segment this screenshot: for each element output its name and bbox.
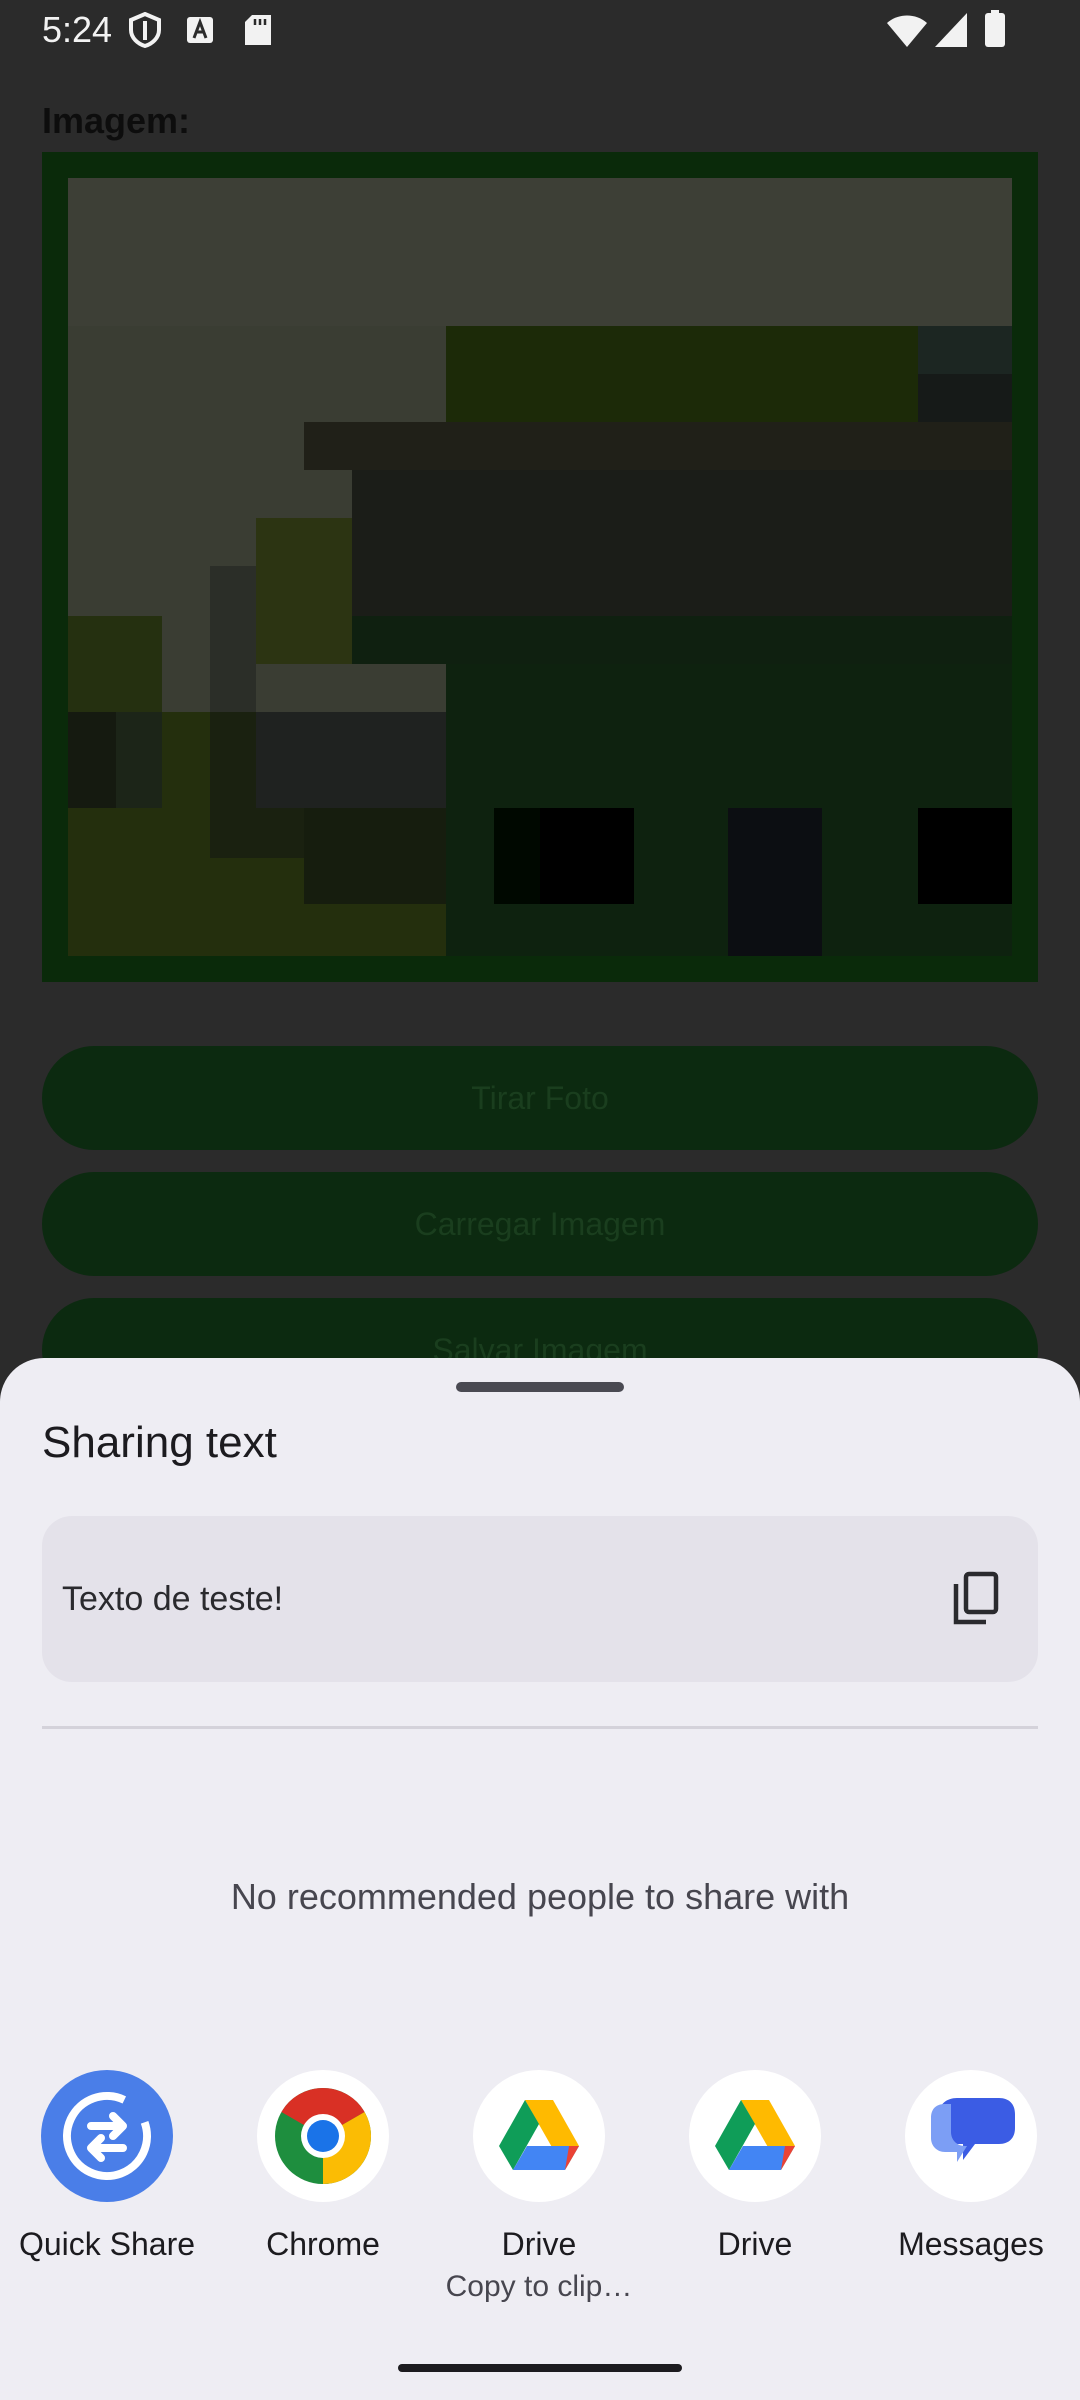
drag-handle[interactable]	[456, 1382, 624, 1392]
image-preview	[68, 178, 1012, 956]
divider	[42, 1726, 1038, 1729]
share-target-chrome[interactable]: Chrome	[228, 2070, 418, 2320]
share-target-drive[interactable]: Drive	[660, 2070, 850, 2320]
app-label: Quick Share	[18, 2226, 196, 2262]
no-recommendations-text: No recommended people to share with	[230, 1876, 850, 1917]
shared-text: Texto de teste!	[62, 1580, 284, 1618]
shield-icon	[129, 12, 161, 48]
app-label: Drive	[501, 2226, 577, 2262]
messages-icon	[905, 2070, 1037, 2202]
battery-icon	[985, 10, 1005, 47]
app-label: Messages	[898, 2226, 1044, 2262]
gesture-navigation-bar[interactable]	[398, 2364, 682, 2372]
share-target-messages[interactable]: Messages	[876, 2070, 1066, 2320]
chrome-icon	[257, 2070, 389, 2202]
cell-signal-icon	[935, 13, 967, 47]
share-target-drive-copy[interactable]: Drive Copy to clip…	[444, 2070, 634, 2320]
copy-icon[interactable]	[940, 1564, 1010, 1634]
sd-card-icon	[245, 15, 271, 45]
drive-icon	[689, 2070, 821, 2202]
load-image-button: Carregar Imagem	[42, 1172, 1038, 1276]
image-label: Imagem:	[42, 100, 191, 141]
shared-text-card: Texto de teste!	[42, 1516, 1038, 1682]
app-label: Drive	[717, 2226, 793, 2262]
image-preview-frame	[42, 152, 1038, 982]
share-target-quick-share[interactable]: Quick Share	[12, 2070, 202, 2320]
drive-icon	[473, 2070, 605, 2202]
app-content: Imagem: Tirar Foto Carregar Imagem Salva…	[0, 64, 1080, 1402]
app-label: Chrome	[266, 2226, 380, 2262]
share-targets: Quick Share Chrome Drive Copy to clip… D…	[0, 2070, 1080, 2330]
quick-share-icon	[41, 2070, 173, 2202]
wifi-icon	[887, 15, 927, 47]
status-time: 5:24	[42, 9, 113, 50]
sheet-title: Sharing text	[42, 1418, 277, 1467]
take-photo-button: Tirar Foto	[42, 1046, 1038, 1150]
app-sublabel: Copy to clip…	[445, 2270, 633, 2303]
share-sheet: Sharing text Texto de teste! No recommen…	[0, 1358, 1080, 2400]
status-bar: 5:24	[0, 0, 1080, 64]
autofill-icon	[187, 17, 213, 43]
